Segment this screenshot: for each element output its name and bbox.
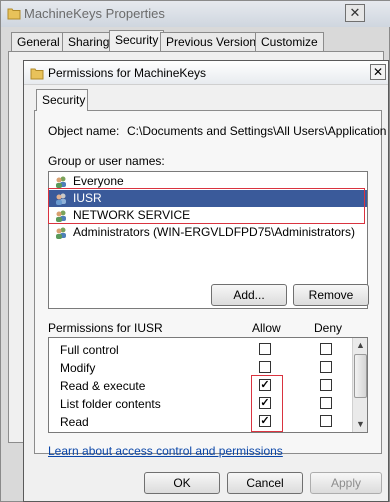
object-name-value: C:\Documents and Settings\All Users\Appl…	[127, 124, 390, 138]
user-name: Everyone	[73, 174, 124, 188]
background-title-bar: MachineKeys Properties ✕	[1, 1, 390, 27]
tab-label: Security	[42, 93, 86, 107]
deny-checkbox[interactable]	[320, 361, 332, 373]
background-window-title: MachineKeys Properties	[24, 6, 165, 21]
access-control-link[interactable]: Learn about access control and permissio…	[48, 444, 283, 458]
permission-row: Read ✓	[49, 413, 349, 431]
users-icon	[56, 176, 66, 188]
tab-security[interactable]: Security	[36, 89, 88, 111]
remove-button[interactable]: Remove	[293, 284, 369, 306]
deny-header: Deny	[314, 321, 343, 335]
permission-name: Read	[60, 415, 89, 429]
users-icon	[56, 227, 66, 239]
permissions-dialog: Permissions for MachineKeys ✕ Security O…	[23, 60, 390, 502]
dialog-close-button[interactable]: ✕	[370, 64, 386, 80]
dialog-title: Permissions for MachineKeys	[48, 66, 207, 80]
background-close-button[interactable]: ✕	[345, 4, 365, 22]
list-item-administrators[interactable]: Administrators (WIN-ERGVLDFPD75\Administ…	[49, 224, 367, 241]
highlight-box	[251, 375, 283, 432]
add-button[interactable]: Add...	[211, 284, 287, 306]
folder-icon	[30, 68, 44, 80]
tab-security[interactable]: Security	[109, 30, 165, 52]
permissions-list: Full control Modify Read & execute ✓ Lis…	[48, 337, 368, 433]
scroll-down-arrow-icon[interactable]: ▼	[353, 417, 367, 432]
permission-row: List folder contents ✓	[49, 395, 349, 413]
tab-label: General	[17, 35, 60, 49]
dialog-title-bar: Permissions for MachineKeys ✕	[24, 61, 388, 85]
permission-row: Full control	[49, 341, 349, 359]
tab-general[interactable]: General	[11, 32, 66, 52]
tab-label: Security	[115, 33, 159, 47]
tab-sharing[interactable]: Sharing	[62, 32, 116, 52]
tab-customize[interactable]: Customize	[255, 32, 324, 52]
close-icon: ✕	[372, 65, 384, 79]
apply-button[interactable]: Apply	[310, 472, 382, 494]
allow-checkbox[interactable]	[259, 343, 271, 355]
tab-label: Sharing	[68, 35, 110, 49]
tab-previous-versions[interactable]: Previous Versions	[160, 32, 269, 52]
folder-icon	[7, 8, 21, 20]
cancel-button[interactable]: Cancel	[227, 472, 303, 494]
scroll-thumb[interactable]	[354, 354, 367, 398]
permission-name: Modify	[60, 361, 96, 375]
user-name: Administrators (WIN-ERGVLDFPD75\Administ…	[73, 225, 356, 239]
highlight-box	[48, 188, 365, 224]
tab-label: Customize	[261, 35, 318, 49]
deny-checkbox[interactable]	[320, 415, 332, 427]
ok-button[interactable]: OK	[144, 472, 220, 494]
permission-name: Read & execute	[60, 379, 146, 393]
allow-checkbox[interactable]	[259, 361, 271, 373]
permission-row: Read & execute ✓	[49, 377, 349, 395]
deny-checkbox[interactable]	[320, 397, 332, 409]
permission-name: List folder contents	[60, 397, 161, 411]
permissions-for-label: Permissions for IUSR	[48, 321, 163, 335]
deny-checkbox[interactable]	[320, 379, 332, 391]
close-icon: ✕	[349, 5, 361, 20]
allow-header: Allow	[252, 321, 281, 335]
permissions-scrollbar[interactable]: ▲ ▼	[352, 338, 367, 432]
permission-name: Full control	[60, 343, 119, 357]
scroll-up-arrow-icon[interactable]: ▲	[353, 338, 367, 353]
tab-label: Previous Versions	[166, 35, 263, 49]
object-name-label: Object name:	[48, 124, 120, 138]
group-users-label: Group or user names:	[48, 154, 165, 168]
deny-checkbox[interactable]	[320, 343, 332, 355]
permission-row: Modify	[49, 359, 349, 377]
